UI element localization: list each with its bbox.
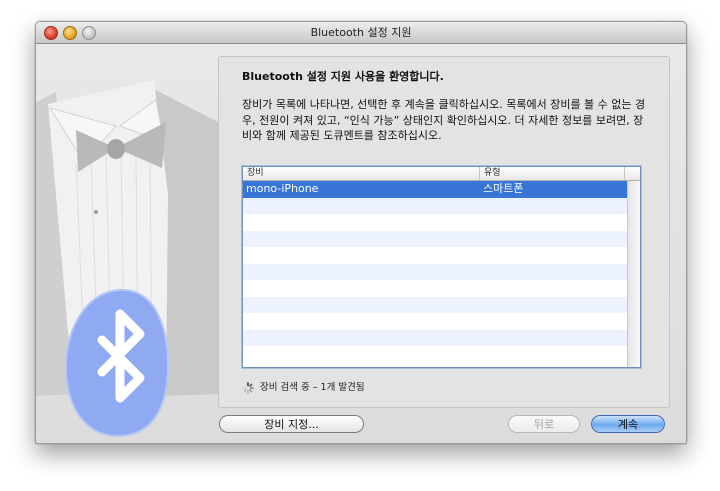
tuxedo-illustration [36, 44, 218, 442]
empty-row [243, 197, 627, 214]
empty-row [243, 230, 627, 247]
title-bar[interactable]: Bluetooth 설정 지원 [36, 22, 686, 44]
empty-row [243, 214, 627, 231]
spinner-icon [242, 382, 254, 394]
continue-button[interactable]: 계속 [591, 415, 665, 433]
column-header-type[interactable]: 유형 [480, 167, 625, 180]
pair-device-button[interactable]: 장비 지정... [219, 415, 364, 433]
welcome-heading: Bluetooth 설정 지원 사용을 환영합니다. [242, 70, 444, 83]
table-row[interactable]: mono-iPhone 스마트폰 [243, 181, 627, 198]
empty-row [243, 247, 627, 264]
empty-row [243, 329, 627, 346]
device-name: mono-iPhone [246, 182, 319, 195]
assistant-content-panel: Bluetooth 설정 지원 사용을 환영합니다. 장비가 목록에 나타나면,… [218, 56, 670, 408]
bluetooth-icon [64, 288, 170, 438]
device-table[interactable]: 장비 유형 mono-iPhone 스마트폰 [242, 166, 641, 368]
device-type: 스마트폰 [483, 182, 524, 195]
empty-row [243, 263, 627, 280]
empty-row [243, 346, 627, 363]
bluetooth-setup-window: Bluetooth 설정 지원 Bluetooth 설정 지원 사용을 환영합니… [35, 21, 687, 444]
device-rows: mono-iPhone 스마트폰 [243, 181, 627, 363]
vertical-scrollbar[interactable] [627, 181, 640, 367]
empty-row [243, 313, 627, 330]
table-header: 장비 유형 [243, 167, 640, 181]
empty-row [243, 296, 627, 313]
column-header-device[interactable]: 장비 [243, 167, 480, 180]
back-button[interactable]: 뒤로 [508, 415, 580, 433]
instructions-text: 장비가 목록에 나타나면, 선택한 후 계속을 클릭하십시오. 목록에서 장비를… [242, 98, 646, 142]
window-title: Bluetooth 설정 지원 [310, 26, 412, 39]
empty-row [243, 280, 627, 297]
status-text: 장비 검색 중 – 1개 발견됨 [260, 382, 365, 393]
header-corner [625, 167, 640, 180]
